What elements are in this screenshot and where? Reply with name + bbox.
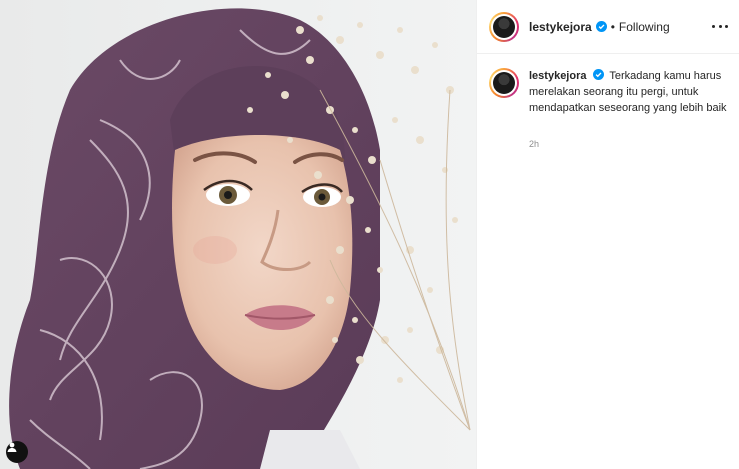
caption-body: lestykejora Terkadang kamu harus merelak… [529, 68, 729, 116]
verified-badge-icon [592, 69, 604, 80]
tagged-user-icon[interactable] [6, 441, 28, 463]
post-header: lestykejora • Following [477, 0, 739, 54]
caption-username[interactable]: lestykejora [529, 70, 586, 82]
following-button[interactable]: Following [619, 20, 670, 34]
verified-badge-icon [595, 21, 607, 32]
post-image[interactable] [0, 0, 476, 469]
caption: lestykejora Terkadang kamu harus merelak… [489, 68, 729, 116]
avatar[interactable] [489, 68, 519, 98]
more-options-icon[interactable] [711, 18, 729, 34]
post-timestamp[interactable]: 2h [529, 139, 539, 149]
separator-dot: • [610, 19, 615, 34]
username-link[interactable]: lestykejora [529, 20, 592, 34]
avatar[interactable] [489, 11, 519, 42]
divider [476, 0, 477, 469]
portrait-photo [9, 8, 471, 469]
